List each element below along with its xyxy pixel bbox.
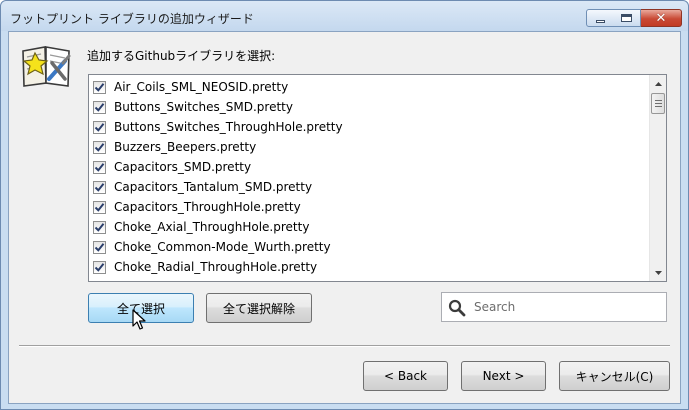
checkmark-icon (94, 162, 105, 172)
library-list-item[interactable]: Choke_Axial_ThroughHole.pretty (89, 217, 650, 237)
checkmark-icon (94, 82, 105, 92)
library-checklist[interactable]: Air_Coils_SML_NEOSID.pretty Buttons_Switc… (88, 74, 667, 282)
search-box[interactable] (441, 292, 667, 322)
window-title: フットプリント ライブラリの追加ウィザード (10, 12, 254, 26)
library-list-item[interactable]: Air_Coils_SML_NEOSID.pretty (89, 77, 650, 97)
scroll-up-button[interactable] (650, 75, 666, 92)
checkmark-icon (94, 122, 105, 132)
close-icon: ✕ (655, 10, 667, 26)
scroll-thumb[interactable] (651, 93, 665, 114)
scroll-down-button[interactable] (650, 264, 666, 281)
library-list-item[interactable]: Capacitors_ThroughHole.pretty (89, 197, 650, 217)
library-list-items: Air_Coils_SML_NEOSID.pretty Buttons_Switc… (89, 77, 650, 277)
library-checkbox[interactable] (93, 240, 106, 254)
library-list-item[interactable]: Buttons_Switches_ThroughHole.pretty (89, 117, 650, 137)
library-checkbox[interactable] (93, 260, 106, 274)
library-item-label: Buttons_Switches_SMD.pretty (114, 100, 293, 114)
back-button[interactable]: < Back (363, 361, 448, 391)
library-checkbox[interactable] (93, 80, 106, 94)
minimize-button[interactable] (586, 9, 614, 27)
library-item-label: Choke_Axial_ThroughHole.pretty (114, 220, 310, 234)
library-list-item[interactable]: Choke_Radial_ThroughHole.pretty (89, 257, 650, 277)
library-list-item[interactable]: Buttons_Switches_SMD.pretty (89, 97, 650, 117)
library-item-label: Capacitors_SMD.pretty (114, 160, 252, 174)
checkmark-icon (94, 222, 105, 232)
library-item-label: Buttons_Switches_ThroughHole.pretty (114, 120, 343, 134)
library-list-item[interactable]: Buzzers_Beepers.pretty (89, 137, 650, 157)
checkmark-icon (94, 182, 105, 192)
next-button[interactable]: Next > (461, 361, 546, 391)
library-item-label: Air_Coils_SML_NEOSID.pretty (114, 80, 289, 94)
library-item-label: Buzzers_Beepers.pretty (114, 140, 257, 154)
library-item-label: Choke_Common-Mode_Wurth.pretty (114, 240, 331, 254)
checkmark-icon (94, 202, 105, 212)
footer-separator (19, 345, 670, 347)
close-button[interactable]: ✕ (641, 9, 682, 27)
checkmark-icon (94, 262, 105, 272)
wizard-page: 追加するGithubライブラリを選択: Air_Coils_SML_NEOSID… (8, 31, 681, 404)
library-checkbox[interactable] (93, 120, 106, 134)
select-libraries-heading: 追加するGithubライブラリを選択: (87, 49, 276, 63)
library-list-item[interactable]: Capacitors_Tantalum_SMD.pretty (89, 177, 650, 197)
deselect-all-button[interactable]: 全て選択解除 (206, 293, 312, 323)
checkmark-icon (94, 142, 105, 152)
library-list-item[interactable]: Capacitors_SMD.pretty (89, 157, 650, 177)
library-checkbox[interactable] (93, 220, 106, 234)
wizard-window: フットプリント ライブラリの追加ウィザード ✕ 追加するGithubライブラリを… (0, 0, 689, 410)
library-item-label: Capacitors_Tantalum_SMD.pretty (114, 180, 313, 194)
library-item-label: Choke_Radial_ThroughHole.pretty (114, 260, 318, 274)
search-input[interactable] (472, 296, 662, 318)
title-bar[interactable]: フットプリント ライブラリの追加ウィザード ✕ (1, 1, 688, 31)
library-list-scrollbar[interactable] (649, 75, 666, 281)
library-item-label: Capacitors_ThroughHole.pretty (114, 200, 301, 214)
minimize-icon (595, 19, 605, 23)
maximize-button[interactable] (613, 9, 641, 27)
checkmark-icon (94, 102, 105, 112)
mouse-cursor-icon (132, 309, 146, 330)
library-list-item[interactable]: Choke_Common-Mode_Wurth.pretty (89, 237, 650, 257)
scroll-up-icon (654, 81, 662, 86)
library-checkbox[interactable] (93, 140, 106, 154)
search-icon (448, 299, 466, 317)
wizard-book-icon (22, 46, 71, 87)
library-checkbox[interactable] (93, 160, 106, 174)
checkmark-icon (94, 242, 105, 252)
library-checkbox[interactable] (93, 200, 106, 214)
library-checkbox[interactable] (93, 180, 106, 194)
scroll-down-icon (654, 270, 662, 275)
cancel-button[interactable]: キャンセル(C) (559, 361, 670, 391)
maximize-icon (621, 14, 632, 22)
library-checkbox[interactable] (93, 100, 106, 114)
